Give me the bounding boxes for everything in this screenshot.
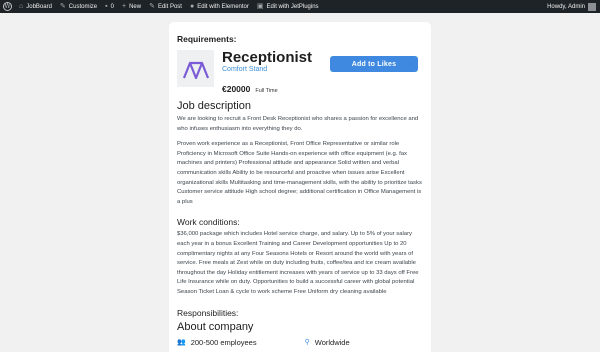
- location: Worldwide: [314, 337, 350, 347]
- wordpress-icon[interactable]: W: [3, 2, 12, 11]
- admin-bar-site[interactable]: ⌂ JobBoard: [15, 0, 56, 13]
- job-card: Requirements: Receptionist Comfort Stand…: [169, 22, 431, 352]
- salary: €20000: [222, 84, 251, 94]
- elementor-icon: ●: [189, 3, 195, 10]
- admin-bar-edit-elementor[interactable]: ● Edit with Elementor: [186, 0, 253, 13]
- description-paragraph-1: We are looking to recruit a Front Desk R…: [177, 116, 419, 132]
- about-company-heading: About company: [177, 320, 254, 333]
- map-pin-icon: ⚲: [304, 339, 310, 346]
- work-conditions-text: $36,000 package which includes Hotel ser…: [177, 231, 419, 295]
- brush-icon: ✎: [59, 3, 66, 10]
- responsibilities-heading: Responsibilities:: [177, 307, 239, 318]
- pencil-icon: ✎: [149, 3, 155, 10]
- description-paragraph-2: Proven work experience as a Receptionist…: [177, 141, 422, 205]
- company-facts: 👥 200-500 employees ⚲ Worldwide: [177, 338, 423, 347]
- salary-row: €20000 Full Time: [222, 84, 312, 94]
- admin-bar: W ⌂ JobBoard ✎ Customize ▪ 0 + New ✎ Edi…: [0, 0, 600, 13]
- employees-fact: 👥 200-500 employees: [177, 338, 257, 347]
- howdy-label: Howdy, Admin: [547, 3, 585, 10]
- job-type: Full Time: [255, 88, 278, 94]
- job-info: Receptionist Comfort Stand €20000 Full T…: [222, 50, 312, 94]
- edit-post-label: Edit Post: [157, 3, 182, 10]
- company-name-link[interactable]: Comfort Stand: [222, 66, 312, 73]
- edit-jetplugins-label: Edit with JetPlugins: [266, 3, 319, 10]
- admin-bar-new[interactable]: + New: [118, 0, 145, 13]
- users-icon: 👥: [177, 339, 186, 346]
- admin-bar-account[interactable]: Howdy, Admin: [547, 0, 596, 13]
- admin-bar-edit-jetplugins[interactable]: ▣ Edit with JetPlugins: [253, 0, 323, 13]
- job-header: Receptionist Comfort Stand €20000 Full T…: [177, 50, 423, 94]
- admin-bar-comments[interactable]: ▪ 0: [101, 0, 118, 13]
- company-logo-icon: [182, 61, 209, 79]
- customize-label: Customize: [68, 3, 98, 10]
- location-fact: ⚲ Worldwide: [305, 338, 350, 347]
- comments-count: 0: [110, 3, 114, 10]
- add-to-likes-button[interactable]: Add to Likes: [330, 56, 418, 72]
- jetplugins-icon: ▣: [256, 3, 264, 10]
- job-description-heading: Job description: [177, 100, 251, 112]
- comment-icon: ▪: [105, 3, 108, 10]
- company-logo: [177, 50, 214, 87]
- avatar: [588, 2, 596, 11]
- employees-count: 200-500 employees: [190, 337, 257, 347]
- admin-bar-edit-post[interactable]: ✎ Edit Post: [145, 0, 186, 13]
- site-name: JobBoard: [26, 3, 52, 10]
- job-title: Receptionist: [222, 49, 313, 66]
- work-conditions-heading: Work conditions:: [177, 217, 240, 228]
- home-icon: ⌂: [19, 3, 24, 10]
- requirements-heading: Requirements:: [177, 34, 237, 44]
- edit-elementor-label: Edit with Elementor: [197, 3, 249, 10]
- plus-icon: +: [121, 3, 127, 10]
- new-label: New: [129, 3, 142, 10]
- admin-bar-customize[interactable]: ✎ Customize: [56, 0, 101, 13]
